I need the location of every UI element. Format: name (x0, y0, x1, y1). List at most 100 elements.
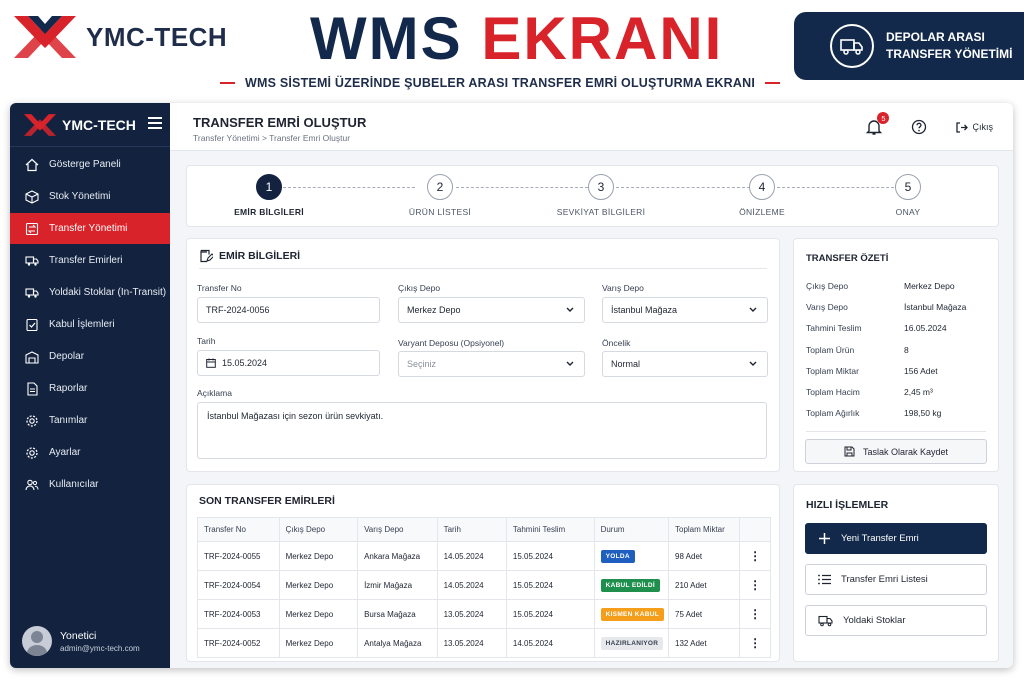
banner: YMC-TECH WMS EKRANI WMS SİSTEMİ ÜZERİNDE… (0, 0, 1024, 100)
headline-part1: WMS (310, 5, 463, 72)
in-transit-stocks-button[interactable]: Yoldaki Stoklar (805, 605, 987, 636)
summary-label: Toplam Hacim (806, 387, 860, 397)
row-menu-icon[interactable]: ⋮ (739, 570, 771, 600)
transfer-list-label: Transfer Emri Listesi (841, 574, 928, 585)
step-number: 5 (895, 174, 921, 200)
sidebar-item-transfer-management[interactable]: Transfer Yönetimi (10, 213, 170, 244)
chevron-down-icon (749, 307, 757, 312)
column-header: Çıkış Depo (278, 517, 359, 542)
quick-actions-title: HIZLI İŞLEMLER (806, 499, 889, 511)
cell-status: YOLDA (593, 541, 670, 571)
sidebar-item-stock[interactable]: Stok Yönetimi (10, 181, 170, 212)
sidebar-item-label: Kabul İşlemleri (49, 319, 115, 330)
summary-row-total-products: Toplam Ürün 8 (806, 345, 986, 355)
new-transfer-button[interactable]: Yeni Transfer Emri (805, 523, 987, 554)
cell-eta: 15.05.2024 (505, 541, 595, 571)
description-label: Açıklama (197, 388, 232, 398)
cell-transfer-no: TRF-2024-0054 (197, 570, 280, 600)
status-badge: HAZIRLANIYOR (600, 636, 664, 650)
topbar: TRANSFER EMRİ OLUŞTUR Transfer Yönetimi … (170, 103, 1013, 151)
recent-transfers-card: SON TRANSFER EMİRLERİ Transfer No Çıkış … (186, 484, 780, 662)
summary-row-total-weight: Toplam Ağırlık 198,50 kg (806, 408, 986, 418)
summary-label: Toplam Ürün (806, 345, 855, 355)
step-number: 1 (256, 174, 282, 200)
quick-actions-card: HIZLI İŞLEMLER Yeni Transfer Emri Transf… (793, 484, 999, 662)
cell-destination: Ankara Mağaza (357, 541, 438, 571)
transfer-list-button[interactable]: Transfer Emri Listesi (805, 564, 987, 595)
transfer-summary-card: TRANSFER ÖZETİ Çıkış Depo Merkez Depo Var… (793, 238, 999, 472)
status-badge: YOLDA (600, 549, 635, 563)
row-menu-icon[interactable]: ⋮ (739, 599, 771, 629)
avatar (22, 626, 52, 656)
row-menu-icon[interactable]: ⋮ (739, 541, 771, 571)
table-row[interactable]: TRF-2024-0052 Merkez Depo Antalya Mağaza… (197, 628, 771, 658)
priority-label: Öncelik (602, 338, 631, 348)
user-profile[interactable]: Yonetici admin@ymc-tech.com (22, 626, 140, 656)
sidebar-item-dashboard[interactable]: Gösterge Paneli (10, 149, 170, 180)
cell-quantity: 210 Adet (667, 570, 741, 600)
priority-select[interactable]: Normal (602, 351, 768, 377)
date-field[interactable]: 15.05.2024 (197, 350, 380, 376)
description-textarea[interactable]: İstanbul Mağazası için sezon ürün sevkiy… (197, 402, 767, 459)
sidebar-item-in-transit[interactable]: Yoldaki Stoklar (In-Transit) (10, 277, 170, 308)
notifications-button[interactable]: 5 (865, 112, 890, 136)
table-row[interactable]: TRF-2024-0054 Merkez Depo İzmir Mağaza 1… (197, 570, 771, 600)
destination-depot-select[interactable]: İstanbul Mağaza (602, 297, 768, 323)
step-3[interactable]: 3 SEVKİYAT BİLGİLERİ (541, 174, 661, 217)
step-number: 2 (427, 174, 453, 200)
cell-date: 14.05.2024 (436, 541, 507, 571)
sidebar-item-users[interactable]: Kullanıcılar (10, 469, 170, 500)
ymc-logo-icon (14, 16, 76, 58)
step-4[interactable]: 4 ÖNİZLEME (702, 174, 822, 217)
step-2[interactable]: 2 ÜRÜN LİSTESİ (380, 174, 500, 217)
summary-value: 8 (904, 345, 909, 355)
sidebar-item-definitions[interactable]: Tanımlar (10, 405, 170, 436)
step-number: 4 (749, 174, 775, 200)
logout-icon (956, 121, 969, 133)
headline: WMS EKRANI (310, 4, 723, 73)
save-draft-button[interactable]: Taslak Olarak Kaydet (805, 439, 987, 464)
step-5[interactable]: 5 ONAY (848, 174, 968, 217)
summary-value: Merkez Depo (904, 281, 955, 291)
description-value: İstanbul Mağazası için sezon ürün sevkiy… (207, 411, 384, 421)
sidebar-item-receiving[interactable]: Kabul İşlemleri (10, 309, 170, 340)
table-row[interactable]: TRF-2024-0055 Merkez Depo Ankara Mağaza … (197, 541, 771, 571)
sidebar-item-label: Gösterge Paneli (49, 159, 121, 170)
sidebar-item-reports[interactable]: Raporlar (10, 373, 170, 404)
order-info-title-text: EMİR BİLGİLERİ (219, 250, 301, 262)
calendar-icon (206, 358, 216, 368)
column-header: Transfer No (197, 517, 280, 542)
cell-destination: İzmir Mağaza (357, 570, 438, 600)
column-header: Tahmini Teslim (505, 517, 595, 542)
sidebar: YMC-TECH Gösterge Paneli Stok Yönetimi T… (10, 103, 170, 668)
summary-value: İstanbul Mağaza (904, 302, 967, 312)
step-label: SEVKİYAT BİLGİLERİ (556, 207, 646, 217)
column-header: Tarih (436, 517, 507, 542)
sidebar-item-transfer-orders[interactable]: Transfer Emirleri (10, 245, 170, 276)
gear-icon (26, 446, 38, 459)
sidebar-item-warehouses[interactable]: Depolar (10, 341, 170, 372)
step-1[interactable]: 1 EMİR BİLGİLERİ (209, 174, 329, 217)
user-name: Yonetici (60, 629, 97, 642)
help-icon[interactable] (911, 119, 927, 135)
destination-depot-value: İstanbul Mağaza (611, 305, 678, 315)
summary-label: Toplam Miktar (806, 366, 859, 376)
cell-source: Merkez Depo (278, 570, 359, 600)
logout-button[interactable]: Çıkış (955, 121, 993, 134)
notification-count-badge: 5 (877, 112, 890, 124)
box-icon (25, 189, 39, 204)
summary-label: Tahmini Teslim (806, 323, 862, 333)
transfer-no-label: Transfer No (197, 283, 242, 293)
sidebar-nav: Gösterge Paneli Stok Yönetimi Transfer Y… (10, 149, 170, 501)
sidebar-item-label: Tanımlar (49, 415, 88, 426)
table-row[interactable]: TRF-2024-0053 Merkez Depo Bursa Mağaza 1… (197, 599, 771, 629)
variant-depot-select[interactable]: Seçiniz (398, 351, 585, 377)
transfer-no-value: TRF-2024-0056 (206, 305, 270, 315)
hamburger-menu-icon[interactable] (148, 117, 162, 132)
step-label: EMİR BİLGİLERİ (234, 207, 304, 217)
sidebar-brand: YMC-TECH (62, 116, 136, 133)
source-depot-select[interactable]: Merkez Depo (398, 297, 585, 323)
sidebar-item-settings[interactable]: Ayarlar (10, 437, 170, 468)
row-menu-icon[interactable]: ⋮ (739, 628, 771, 658)
transfer-no-field[interactable]: TRF-2024-0056 (197, 297, 380, 323)
